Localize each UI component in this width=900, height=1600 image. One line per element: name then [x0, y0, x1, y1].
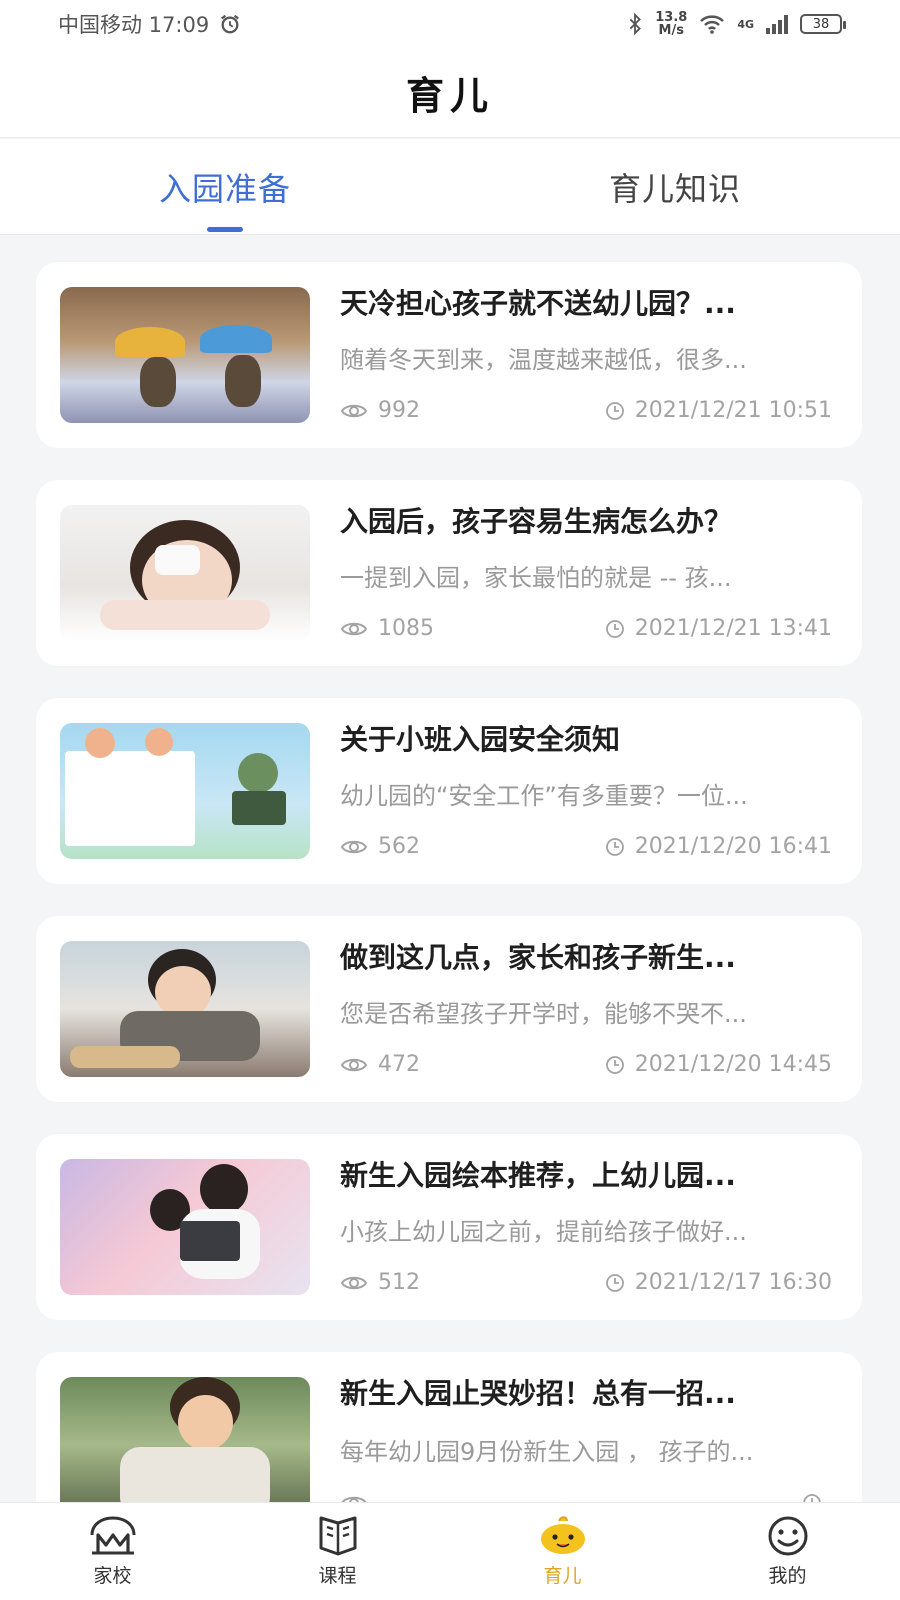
bottom-nav: 家校 课程 育儿 我的: [0, 1502, 900, 1600]
status-right: 13.8 M/s 4G 38: [627, 10, 846, 38]
article-thumbnail: [60, 1377, 310, 1502]
article-meta: [340, 1493, 832, 1502]
publish-date: 2021/12/21 13:41: [634, 616, 832, 641]
smiley-icon: [768, 1516, 807, 1556]
tab-bar: 入园准备 育儿知识: [0, 139, 900, 235]
view-count: 512: [378, 1270, 420, 1295]
clock-icon: [605, 837, 624, 856]
article-meta: 512 2021/12/17 16:30: [340, 1270, 832, 1295]
view-count: 562: [378, 834, 420, 859]
article-thumbnail: [60, 1159, 310, 1295]
article-card[interactable]: 新生入园止哭妙招！总有一招... 每年幼儿园9月份新生入园 ， 孩子的...: [36, 1352, 862, 1502]
battery-level: 38: [812, 16, 830, 32]
nav-label: 家校: [93, 1565, 132, 1587]
article-title: 关于小班入园安全须知: [340, 723, 621, 756]
article-thumbnail: [60, 941, 310, 1077]
clock-icon: [605, 1055, 624, 1074]
battery-icon: 38: [800, 14, 846, 34]
article-card[interactable]: 关于小班入园安全须知 幼儿园的“安全工作”有多重要？一位... 562 2021…: [36, 698, 862, 884]
bluetooth-icon: [630, 13, 642, 35]
article-card[interactable]: 天冷担心孩子就不送幼儿园？... 随着冬天到来，温度越来越低，很多... 992…: [36, 262, 862, 448]
article-summary: 小孩上幼儿园之前，提前给孩子做好...: [340, 1217, 747, 1246]
eye-icon: [340, 622, 368, 635]
article-title: 入园后，孩子容易生病怎么办？: [340, 505, 733, 538]
status-left: 中国移动 17:09: [58, 9, 241, 39]
publish-date: 2021/12/20 14:45: [634, 1052, 832, 1077]
clock-icon: [605, 1273, 624, 1292]
article-summary: 幼儿园的“安全工作”有多重要？一位...: [340, 781, 748, 810]
article-title: 天冷担心孩子就不送幼儿园？...: [340, 287, 736, 320]
nav-item-school[interactable]: 家校: [0, 1503, 225, 1600]
nav-item-parenting[interactable]: 育儿: [450, 1503, 675, 1600]
view-count: 1085: [378, 616, 434, 641]
article-meta: 472 2021/12/20 14:45: [340, 1052, 832, 1077]
article-card[interactable]: 入园后，孩子容易生病怎么办？ 一提到入园，家长最怕的就是 -- 孩... 108…: [36, 480, 862, 666]
network-type: 4G: [737, 17, 754, 31]
wifi-icon: [700, 15, 725, 34]
carrier-time: 中国移动 17:09: [58, 13, 210, 37]
article-title: 做到这几点，家长和孩子新生...: [340, 941, 736, 974]
article-thumbnail: [60, 505, 310, 641]
publish-date: 2021/12/21 10:51: [634, 398, 832, 423]
article-list[interactable]: 天冷担心孩子就不送幼儿园？... 随着冬天到来，温度越来越低，很多... 992…: [36, 262, 862, 1502]
eye-icon: [341, 1496, 367, 1502]
nav-label: 育儿: [543, 1565, 582, 1587]
tab-enrollment-prep[interactable]: 入园准备: [0, 139, 450, 234]
article-meta: 1085 2021/12/21 13:41: [340, 616, 832, 641]
eye-icon: [340, 404, 368, 417]
article-summary: 您是否希望孩子开学时，能够不哭不...: [340, 999, 747, 1028]
signal-icon: [766, 14, 788, 34]
book-icon: [319, 1516, 356, 1556]
net-speed: 13.8 M/s: [655, 10, 688, 38]
article-summary: 一提到入园，家长最怕的就是 -- 孩...: [340, 563, 732, 592]
nav-item-course[interactable]: 课程: [225, 1503, 450, 1600]
article-title: 新生入园止哭妙招！总有一招...: [340, 1377, 736, 1410]
eye-icon: [340, 1058, 368, 1071]
alarm-icon: [221, 14, 240, 34]
article-title: 新生入园绘本推荐，上幼儿园...: [340, 1159, 736, 1192]
clock-icon: [605, 619, 624, 638]
article-meta: 562 2021/12/20 16:41: [340, 834, 832, 859]
eye-icon: [340, 1276, 368, 1289]
app-header: 育儿: [0, 48, 900, 138]
status-bar: 中国移动 17:09 13.8 M/s 4G 38: [0, 0, 900, 48]
article-card[interactable]: 做到这几点，家长和孩子新生... 您是否希望孩子开学时，能够不哭不... 472…: [36, 916, 862, 1102]
article-card[interactable]: 新生入园绘本推荐，上幼儿园... 小孩上幼儿园之前，提前给孩子做好... 512…: [36, 1134, 862, 1320]
clock-icon: [605, 401, 624, 420]
article-meta: 992 2021/12/21 10:51: [340, 398, 832, 423]
eye-icon: [340, 840, 368, 853]
article-summary: 每年幼儿园9月份新生入园 ， 孩子的...: [340, 1438, 754, 1466]
publish-date: 2021/12/20 16:41: [634, 834, 832, 859]
article-summary: 随着冬天到来，温度越来越低，很多...: [340, 345, 747, 374]
school-icon: [90, 1516, 135, 1555]
nav-label: 我的: [768, 1565, 807, 1587]
nav-label: 课程: [318, 1565, 357, 1587]
view-count: 472: [378, 1052, 420, 1077]
tab-parenting-knowledge[interactable]: 育儿知识: [450, 139, 900, 234]
article-thumbnail: [60, 287, 310, 423]
view-count: 992: [378, 398, 420, 423]
publish-date: 2021/12/17 16:30: [634, 1270, 832, 1295]
clock-icon: [803, 1494, 821, 1502]
article-thumbnail: [60, 723, 310, 859]
chick-face-icon: [540, 1516, 585, 1554]
nav-item-me[interactable]: 我的: [675, 1503, 900, 1600]
page-title: 育儿: [405, 73, 494, 118]
